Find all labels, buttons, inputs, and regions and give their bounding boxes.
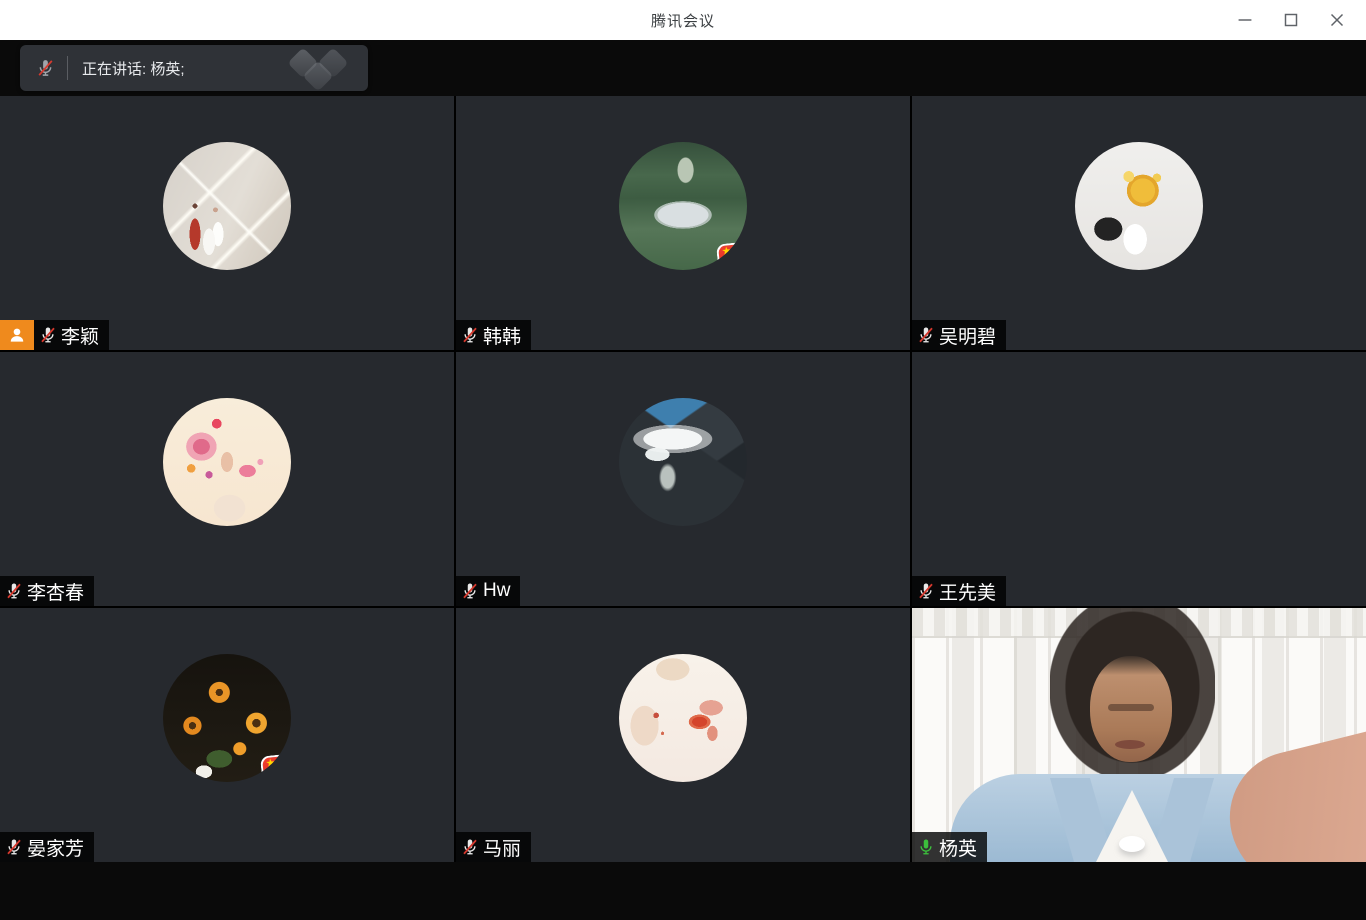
participant-grid: 李颖 ★ ★★ ★★ 韩韩 — [0, 96, 1366, 862]
mic-muted-icon — [461, 837, 479, 857]
participant-name-label: 晏家芳 — [0, 832, 94, 862]
profile-person-badge — [0, 320, 34, 350]
participant-name: 李颖 — [61, 322, 99, 349]
participant-name: 马丽 — [483, 834, 521, 861]
mic-active-icon — [917, 837, 935, 857]
participant-name: 韩韩 — [483, 322, 521, 349]
flag-star: ★★ — [734, 250, 747, 258]
participant-tile-active-speaker[interactable]: 杨英 — [912, 608, 1366, 862]
participant-name-label: 李颖 — [34, 320, 109, 350]
participant-name-label: 李杏春 — [0, 576, 94, 606]
banner-divider — [67, 56, 68, 80]
window-controls — [1222, 0, 1360, 40]
participant-avatar: ★ ★★ ★★ — [163, 654, 291, 782]
minimize-button[interactable] — [1222, 0, 1268, 40]
participant-tile[interactable]: ★ ★★ ★★ 韩韩 — [456, 96, 910, 350]
participant-name: Hw — [483, 580, 510, 602]
speaking-indicator-text: 正在讲话: 杨英; — [82, 58, 185, 79]
participant-avatar — [619, 398, 747, 526]
video-person-mouth — [1115, 740, 1145, 749]
participant-name-label: Hw — [456, 576, 520, 606]
participant-tile[interactable]: 李杏春 — [0, 352, 454, 606]
participant-tile[interactable]: 王先美 — [912, 352, 1366, 606]
participant-tile[interactable]: 李颖 — [0, 96, 454, 350]
participant-avatar — [1075, 142, 1203, 270]
participant-name-label: 马丽 — [456, 832, 531, 862]
participant-name: 晏家芳 — [27, 834, 84, 861]
window-title: 腾讯会议 — [651, 10, 715, 31]
mic-muted-icon — [461, 325, 479, 345]
video-person-bow — [1119, 836, 1145, 852]
video-person-arm — [1216, 723, 1366, 862]
person-icon — [7, 325, 27, 345]
flag-star: ★ — [721, 246, 732, 258]
participant-tile[interactable]: 马丽 — [456, 608, 910, 862]
meeting-stage: 正在讲话: 杨英; 李颖 — [0, 40, 1366, 920]
mic-muted-icon — [917, 581, 935, 601]
mic-muted-icon — [36, 57, 55, 79]
participant-name-label: 吴明碧 — [912, 320, 1006, 350]
participant-name: 李杏春 — [27, 578, 84, 605]
participant-name: 杨英 — [939, 834, 977, 861]
video-person-glasses — [1108, 704, 1154, 711]
close-icon — [1326, 9, 1348, 31]
participant-name: 吴明碧 — [939, 322, 996, 349]
mic-muted-icon — [5, 837, 23, 857]
participant-tile[interactable]: 吴明碧 — [912, 96, 1366, 350]
maximize-icon — [1280, 9, 1302, 31]
china-flag-badge-icon: ★ ★★ ★★ — [716, 241, 747, 267]
participant-name-label: 王先美 — [912, 576, 1006, 606]
participant-tile[interactable]: Hw — [456, 352, 910, 606]
mic-muted-icon — [917, 325, 935, 345]
participant-tile[interactable]: ★ ★★ ★★ 晏家芳 — [0, 608, 454, 862]
minimize-icon — [1234, 9, 1256, 31]
mic-muted-icon — [5, 581, 23, 601]
close-button[interactable] — [1314, 0, 1360, 40]
participant-name-label: 杨英 — [912, 832, 987, 862]
flag-star: ★ — [265, 758, 276, 770]
speaking-indicator-banner: 正在讲话: 杨英; — [20, 45, 368, 91]
mic-muted-icon — [39, 325, 57, 345]
participant-name: 王先美 — [939, 578, 996, 605]
mic-muted-icon — [461, 581, 479, 601]
participant-avatar — [1075, 398, 1203, 526]
maximize-button[interactable] — [1268, 0, 1314, 40]
china-flag-badge-icon: ★ ★★ ★★ — [260, 753, 291, 779]
participant-avatar: ★ ★★ ★★ — [619, 142, 747, 270]
window-titlebar: 腾讯会议 — [0, 0, 1366, 40]
participant-avatar — [163, 142, 291, 270]
flag-star: ★★ — [278, 762, 291, 770]
participant-avatar — [619, 654, 747, 782]
participant-name-label: 韩韩 — [456, 320, 531, 350]
participant-avatar — [163, 398, 291, 526]
